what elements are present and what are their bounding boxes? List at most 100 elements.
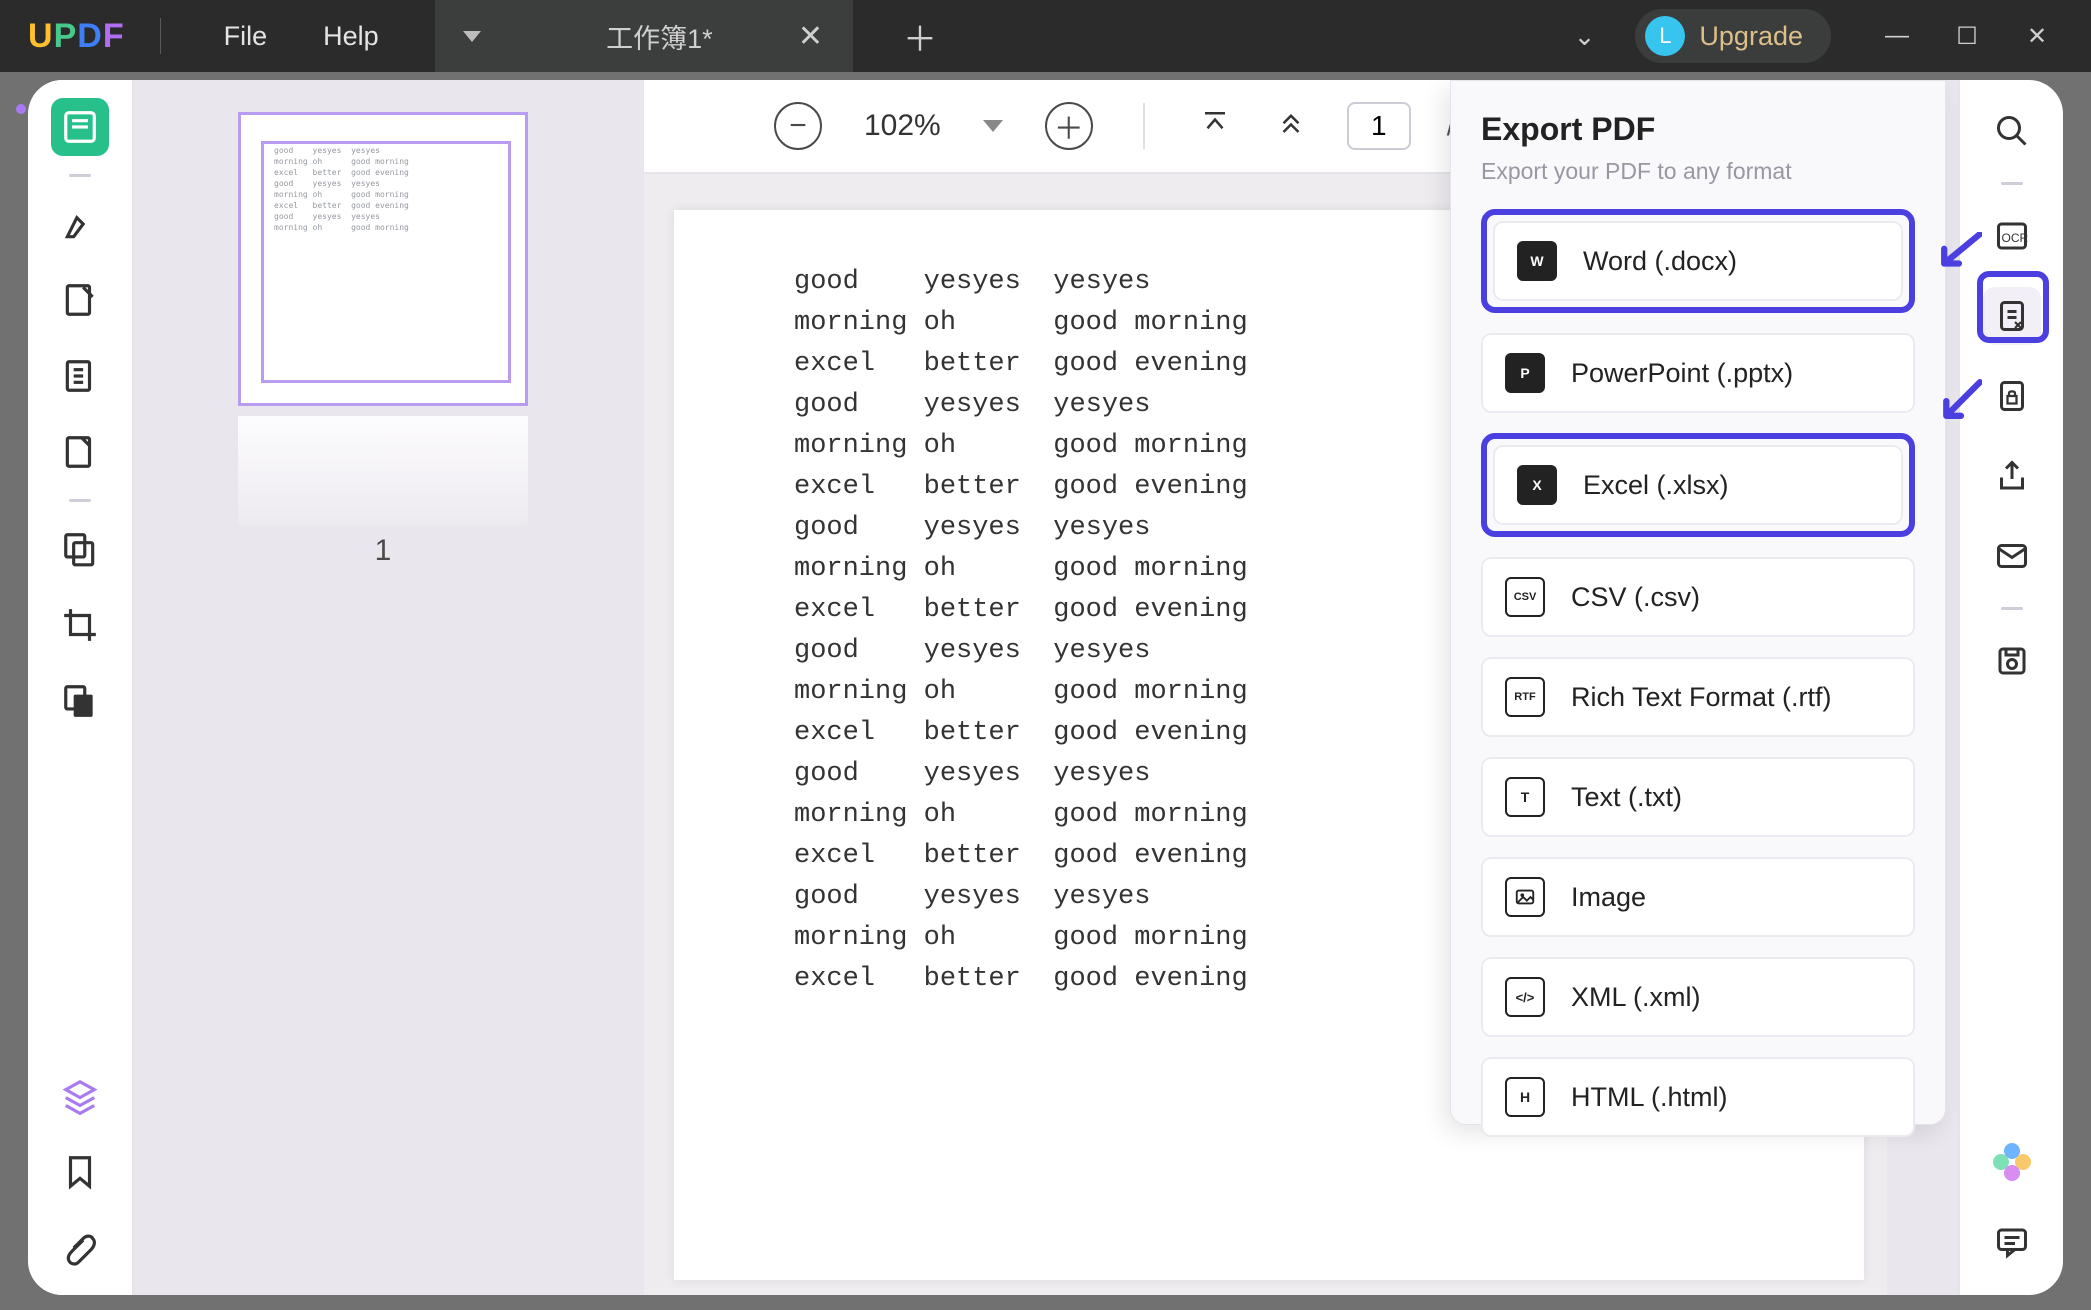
indicator-dot: [16, 104, 26, 114]
go-top-icon: [1200, 107, 1230, 137]
share-icon: [1994, 458, 2030, 494]
compare-tool-button[interactable]: [51, 520, 109, 578]
tab-list-chevron-icon[interactable]: ⌄: [1574, 21, 1596, 52]
callout-arrow-to-word: [1940, 232, 1982, 274]
export-option-label: Rich Text Format (.rtf): [1571, 682, 1832, 713]
titlebar-right: ⌄ L Upgrade — ☐ ✕: [1574, 0, 2091, 72]
email-button[interactable]: [1983, 527, 2041, 585]
rtf-icon: RTF: [1505, 677, 1545, 717]
marker-icon: [61, 205, 99, 243]
page-thumbnail[interactable]: good yesyes yesyes morning oh good morni…: [238, 112, 528, 406]
book-icon: [61, 108, 99, 146]
export-option-powerpoint[interactable]: P PowerPoint (.pptx): [1481, 333, 1915, 413]
export-option-label: Text (.txt): [1571, 782, 1682, 813]
highlight-excel: X Excel (.xlsx): [1481, 433, 1915, 537]
save-icon: [1994, 643, 2030, 679]
document-tab[interactable]: 工作簿1* ✕: [435, 0, 853, 72]
export-title: Export PDF: [1481, 111, 1915, 148]
thumbnail-page-number: 1: [238, 534, 528, 568]
page-text-content: good yesyes yesyes morning oh good morni…: [794, 262, 1248, 1000]
powerpoint-icon: P: [1505, 353, 1545, 393]
export-option-html[interactable]: H HTML (.html): [1481, 1057, 1915, 1137]
separator: [160, 18, 161, 54]
prev-page-button[interactable]: [1271, 107, 1311, 145]
zoom-chevron-icon[interactable]: [983, 120, 1003, 132]
edit-tool-button[interactable]: [51, 271, 109, 329]
window-maximize-button[interactable]: ☐: [1941, 22, 1993, 51]
export-option-csv[interactable]: CSV CSV (.csv): [1481, 557, 1915, 637]
upgrade-label: Upgrade: [1699, 21, 1803, 52]
new-tab-button[interactable]: ＋: [880, 0, 960, 72]
thumbnail-shadow: [238, 416, 528, 526]
comment-icon: [1994, 1224, 2030, 1260]
html-icon: H: [1505, 1077, 1545, 1117]
zoom-in-button[interactable]: ＋: [1045, 102, 1093, 150]
crop-tool-button[interactable]: [51, 596, 109, 654]
image-icon: [1505, 877, 1545, 917]
redact-icon: [61, 682, 99, 720]
zoom-out-button[interactable]: −: [774, 102, 822, 150]
export-option-xml[interactable]: </> XML (.xml): [1481, 957, 1915, 1037]
search-button[interactable]: [1983, 102, 2041, 160]
ocr-button[interactable]: OCR: [1983, 207, 2041, 265]
window-close-button[interactable]: ✕: [2011, 22, 2063, 51]
separator: [1143, 103, 1145, 149]
user-avatar: L: [1645, 16, 1685, 56]
page-number-input[interactable]: 1: [1347, 102, 1411, 150]
lock-file-icon: [1994, 378, 2030, 414]
edit-page-icon: [61, 281, 99, 319]
search-icon: [1994, 113, 2030, 149]
chevrons-up-icon: [1276, 107, 1306, 137]
pages-icon: [61, 357, 99, 395]
separator: [69, 174, 91, 177]
upgrade-button[interactable]: L Upgrade: [1635, 9, 1831, 63]
export-option-image[interactable]: Image: [1481, 857, 1915, 937]
export-option-excel[interactable]: X Excel (.xlsx): [1493, 445, 1903, 525]
bookmarks-button[interactable]: [51, 1143, 109, 1201]
xml-icon: </>: [1505, 977, 1545, 1017]
export-option-word[interactable]: W Word (.docx): [1493, 221, 1903, 301]
export-option-label: Excel (.xlsx): [1583, 470, 1729, 501]
form-tool-button[interactable]: [51, 423, 109, 481]
reader-mode-button[interactable]: [51, 98, 109, 156]
export-option-text[interactable]: T Text (.txt): [1481, 757, 1915, 837]
tab-close-button[interactable]: ✕: [798, 19, 823, 54]
menu-file[interactable]: File: [196, 21, 296, 52]
export-pdf-panel: Export PDF Export your PDF to any format…: [1450, 80, 1946, 1125]
export-option-label: Image: [1571, 882, 1646, 913]
zoom-value[interactable]: 102%: [864, 109, 941, 143]
window-minimize-button[interactable]: —: [1871, 22, 1923, 50]
export-subtitle: Export your PDF to any format: [1481, 158, 1915, 185]
ai-assistant-button[interactable]: [1983, 1133, 2041, 1191]
highlight-word: W Word (.docx): [1481, 209, 1915, 313]
redact-tool-button[interactable]: [51, 672, 109, 730]
layers-button[interactable]: [51, 1067, 109, 1125]
tab-title: 工作簿1*: [521, 17, 798, 56]
separator: [69, 499, 91, 502]
protect-button[interactable]: [1983, 367, 2041, 425]
excel-icon: X: [1517, 465, 1557, 505]
menu-help[interactable]: Help: [295, 21, 407, 52]
duplicate-icon: [61, 530, 99, 568]
share-button[interactable]: [1983, 447, 2041, 505]
text-icon: T: [1505, 777, 1545, 817]
form-icon: [61, 433, 99, 471]
first-page-button[interactable]: [1195, 107, 1235, 145]
highlight-tool-button[interactable]: [51, 195, 109, 253]
bookmark-icon: [61, 1153, 99, 1191]
export-option-rtf[interactable]: RTF Rich Text Format (.rtf): [1481, 657, 1915, 737]
page-manager-button[interactable]: [51, 347, 109, 405]
csv-icon: CSV: [1505, 577, 1545, 617]
crop-icon: [61, 606, 99, 644]
separator: [2001, 607, 2023, 610]
tab-chevron-icon[interactable]: [463, 31, 481, 42]
attachments-button[interactable]: [51, 1219, 109, 1277]
paperclip-icon: [61, 1229, 99, 1267]
left-toolbar: [28, 80, 134, 1295]
save-button[interactable]: [1983, 632, 2041, 690]
layers-icon: [61, 1077, 99, 1115]
flower-icon: [1995, 1145, 2029, 1179]
comments-button[interactable]: [1983, 1213, 2041, 1271]
app-body: good yesyes yesyes morning oh good morni…: [28, 80, 2063, 1295]
separator: [2001, 182, 2023, 185]
